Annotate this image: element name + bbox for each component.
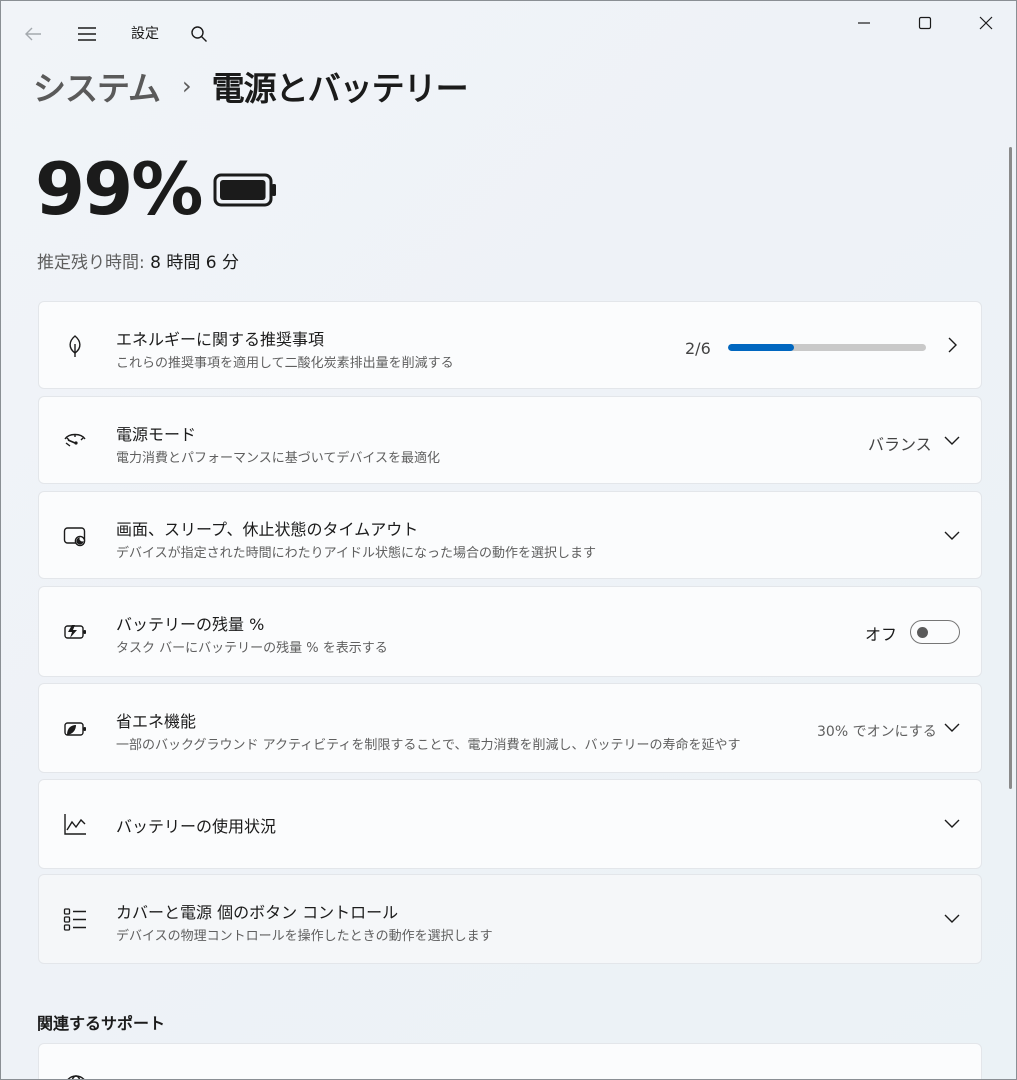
chevron-down-icon[interactable]	[941, 812, 963, 834]
close-button[interactable]	[963, 7, 1009, 39]
screen-sleep-title: 画面、スリープ、休止状態のタイムアウト	[116, 520, 419, 539]
chevron-down-icon[interactable]	[941, 716, 963, 738]
close-icon	[979, 16, 993, 30]
title-bar: 設定	[1, 1, 1016, 65]
energy-progress-bar	[728, 344, 926, 351]
breadcrumb: システム › 電源とバッテリー	[33, 62, 469, 110]
minimize-button[interactable]	[841, 7, 887, 39]
battery-percentage-title: バッテリーの残量 %	[116, 615, 265, 634]
battery-usage-card[interactable]: バッテリーの使用状況	[38, 779, 982, 869]
lid-power-buttons-subtitle: デバイスの物理コントロールを操作したときの動作を選択します	[116, 929, 493, 944]
chevron-down-icon[interactable]	[941, 524, 963, 546]
energy-saver-card[interactable]: 省エネ機能 一部のバックグラウンド アクティビティを制限することで、電力消費を削…	[38, 683, 982, 773]
screen-sleep-icon	[63, 527, 86, 547]
chart-line-icon	[64, 814, 86, 835]
energy-saver-threshold: 30% でオンにする	[817, 724, 937, 740]
search-button[interactable]	[183, 19, 215, 49]
time-remaining-value: 8 時間 6 分	[150, 253, 239, 273]
settings-window: 設定 システム › 電源とバッテリー 99% 推定残り時間: 8 時間 6 分 …	[0, 0, 1017, 1080]
energy-saver-icon	[64, 722, 86, 736]
vertical-scrollbar[interactable]	[1009, 147, 1012, 789]
chevron-down-icon[interactable]	[941, 907, 963, 929]
chevron-right-icon	[948, 337, 957, 353]
globe-icon	[67, 1075, 85, 1079]
chevron-down-icon[interactable]	[941, 429, 963, 451]
gauge-icon	[64, 433, 86, 447]
power-mode-subtitle: 電力消費とパフォーマンスに基づいてデバイスを最適化	[116, 451, 440, 466]
battery-percentage: 99%	[35, 147, 203, 231]
lid-power-buttons-title: カバーと電源 個のボタン コントロール	[116, 903, 399, 922]
energy-recommendations-subtitle: これらの推奨事項を適用して二酸化炭素排出量を削減する	[116, 356, 454, 371]
battery-percentage-card: バッテリーの残量 % タスク バーにバッテリーの残量 % を表示する オフ	[38, 586, 982, 677]
power-mode-title: 電源モード	[116, 425, 197, 444]
nav-menu-button[interactable]	[69, 19, 105, 49]
leaf-icon	[69, 335, 81, 357]
battery-full-icon	[213, 173, 276, 207]
energy-progress-fill	[728, 344, 794, 351]
search-icon	[191, 26, 207, 42]
page-title: 電源とバッテリー	[211, 69, 469, 108]
time-remaining-label: 推定残り時間:	[37, 253, 145, 273]
battery-time-remaining: 推定残り時間: 8 時間 6 分	[37, 248, 239, 273]
energy-recommendations-card[interactable]: エネルギーに関する推奨事項 これらの推奨事項を適用して二酸化炭素排出量を削減する…	[38, 301, 982, 389]
screen-sleep-subtitle: デバイスが指定された時間にわたりアイドル状態になった場合の動作を選択します	[116, 546, 596, 561]
screen-sleep-timeout-card[interactable]: 画面、スリープ、休止状態のタイムアウト デバイスが指定された時間にわたりアイドル…	[38, 491, 982, 579]
power-mode-card[interactable]: 電源モード 電力消費とパフォーマンスに基づいてデバイスを最適化 バランス	[38, 396, 982, 484]
lid-power-button-controls-card[interactable]: カバーと電源 個のボタン コントロール デバイスの物理コントロールを操作したとき…	[38, 874, 982, 964]
hamburger-icon	[78, 27, 96, 41]
minimize-icon	[858, 22, 870, 24]
power-mode-dropdown[interactable]: バランス	[868, 431, 932, 455]
battery-percentage-toggle-label: オフ	[865, 625, 898, 644]
app-title: 設定	[131, 26, 159, 42]
battery-charging-icon	[64, 625, 86, 639]
breadcrumb-chevron-icon: ›	[182, 72, 192, 100]
energy-saver-subtitle: 一部のバックグラウンド アクティビティを制限することで、電力消費を削減し、バッテ…	[116, 738, 741, 753]
back-button[interactable]	[15, 19, 51, 49]
arrow-left-icon	[25, 27, 41, 41]
maximize-icon	[918, 16, 932, 30]
maximize-button[interactable]	[902, 7, 948, 39]
battery-percentage-subtitle: タスク バーにバッテリーの残量 % を表示する	[116, 641, 388, 656]
energy-progress-text: 2/6	[685, 339, 711, 358]
battery-usage-title: バッテリーの使用状況	[116, 817, 277, 836]
breadcrumb-parent-system[interactable]: システム	[33, 62, 161, 110]
energy-saver-title: 省エネ機能	[116, 712, 197, 731]
toggle-knob	[917, 627, 928, 638]
energy-recommendations-title: エネルギーに関する推奨事項	[116, 330, 325, 349]
list-icon	[63, 908, 86, 931]
related-support-card[interactable]	[38, 1043, 982, 1079]
battery-percentage-toggle[interactable]	[910, 620, 960, 644]
related-support-heading: 関連するサポート	[37, 1014, 166, 1033]
